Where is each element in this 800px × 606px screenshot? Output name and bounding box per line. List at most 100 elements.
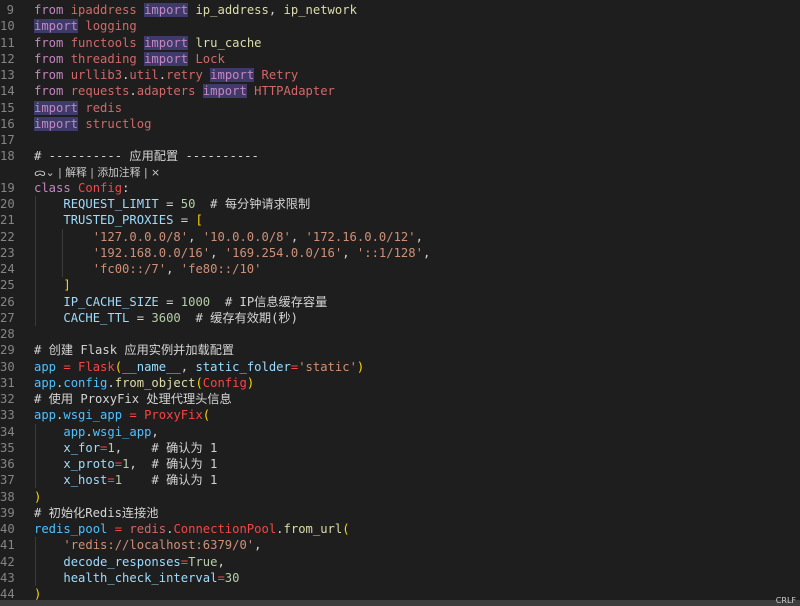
line-number: 20	[0, 197, 15, 211]
line-number: 28	[0, 327, 15, 341]
code-text: CACHE_TTL = 3600 # 缓存有效期(秒)	[63, 310, 298, 325]
line-number: 42	[0, 554, 15, 569]
code-text: decode_responses=True,	[63, 554, 225, 569]
code-line[interactable]: 41 'redis://localhost:6379/0',	[0, 537, 800, 553]
code-line[interactable]: 21 TRUSTED_PROXIES = [	[0, 212, 800, 228]
code-line[interactable]: 27 CACHE_TTL = 3600 # 缓存有效期(秒)	[0, 310, 800, 326]
code-line[interactable]: 31 app.config.from_object(Config)	[0, 375, 800, 391]
code-line[interactable]: 15 import redis	[0, 100, 800, 116]
code-line[interactable]: 16 import structlog	[0, 116, 800, 132]
code-text: '127.0.0.0/8', '10.0.0.0/8', '172.16.0.0…	[92, 229, 423, 244]
line-number: 19	[0, 180, 15, 195]
code-text: '192.168.0.0/16', '169.254.0.0/16', '::1…	[92, 245, 431, 260]
line-number: 27	[0, 310, 15, 325]
line-number: 39	[0, 505, 15, 520]
code-text: )	[34, 587, 42, 600]
codelens-separator: |	[86, 165, 98, 179]
code-line[interactable]: 18 # ---------- 应用配置 ----------	[0, 148, 800, 164]
status-bar: CRLF	[0, 596, 800, 606]
code-text: # ---------- 应用配置 ----------	[34, 149, 259, 164]
code-text: # 初始化Redis连接池	[34, 505, 159, 520]
codelens-separator: |	[54, 165, 66, 179]
code-text: 'redis://localhost:6379/0',	[63, 538, 262, 553]
code-line[interactable]: 37 x_host=1 # 确认为 1	[0, 472, 800, 488]
codelens-explain-link[interactable]: 解释	[65, 166, 87, 179]
code-text: # 创建 Flask 应用实例并加载配置	[34, 343, 235, 358]
codelens-close-icon[interactable]: ×	[151, 166, 160, 179]
code-text: from requests.adapters import HTTPAdapte…	[34, 84, 335, 99]
line-number: 33	[0, 408, 15, 423]
code-text: import structlog	[34, 116, 152, 131]
code-line[interactable]: 43 health_check_interval=30	[0, 570, 800, 586]
codelens-separator: |	[140, 165, 152, 179]
code-text: x_proto=1, # 确认为 1	[63, 457, 218, 471]
code-line[interactable]: 14 from requests.adapters import HTTPAdap…	[0, 83, 800, 99]
code-line[interactable]: 28	[0, 326, 800, 342]
code-line[interactable]: 10 import logging	[0, 18, 800, 34]
code-text: x_for=1, # 确认为 1	[63, 440, 218, 455]
line-number: 14	[0, 84, 15, 99]
line-number: 17	[0, 133, 15, 147]
line-number: 31	[0, 375, 15, 390]
codelens-chevron-down-icon[interactable]: ⌄	[46, 166, 55, 179]
line-number: 9	[6, 3, 14, 17]
line-number: 22	[0, 229, 15, 244]
codelens-icon[interactable]: ᯅ	[34, 166, 46, 179]
code-line[interactable]: 26 IP_CACHE_SIZE = 1000 # IP信息缓存容量	[0, 294, 800, 310]
code-line[interactable]: 33 app.wsgi_app = ProxyFix(	[0, 407, 800, 423]
code-line[interactable]: 35 x_for=1, # 确认为 1	[0, 440, 800, 456]
code-line[interactable]: 39 # 初始化Redis连接池	[0, 505, 800, 521]
line-number: 11	[0, 35, 15, 50]
line-number: 29	[0, 343, 15, 358]
code-text: import logging	[34, 19, 137, 34]
code-text: x_host=1 # 确认为 1	[63, 473, 218, 488]
code-line[interactable]: 34 app.wsgi_app,	[0, 424, 800, 440]
code-text: from ipaddress import ip_address, ip_net…	[34, 3, 357, 17]
codelens-bar: ᯅ⌄ | 解释 | 添加注释 | ×	[34, 165, 160, 181]
line-number: 37	[0, 473, 15, 488]
code-editor[interactable]: 9 from ipaddress import ip_address, ip_ne…	[0, 0, 800, 600]
code-line[interactable]: 9 from ipaddress import ip_address, ip_ne…	[0, 2, 800, 18]
code-line[interactable]: 36 x_proto=1, # 确认为 1	[0, 456, 800, 472]
line-number: 36	[0, 457, 15, 471]
code-text: from functools import lru_cache	[34, 35, 262, 50]
code-line[interactable]: 23 '192.168.0.0/16', '169.254.0.0/16', '…	[0, 245, 800, 261]
status-right[interactable]: CRLF	[776, 596, 796, 605]
code-line[interactable]: 22 '127.0.0.0/8', '10.0.0.0/8', '172.16.…	[0, 229, 800, 245]
code-text: app = Flask(__name__, static_folder='sta…	[34, 359, 365, 374]
code-line[interactable]: 42 decode_responses=True,	[0, 554, 800, 570]
code-line[interactable]: 17	[0, 132, 800, 148]
code-line[interactable]: 24 'fc00::/7', 'fe80::/10'	[0, 261, 800, 277]
code-line[interactable]: 32 # 使用 ProxyFix 处理代理头信息	[0, 391, 800, 407]
code-text: ]	[63, 278, 71, 293]
code-text: app.wsgi_app,	[63, 424, 159, 439]
code-text: health_check_interval=30	[63, 570, 240, 585]
code-line[interactable]: 20 REQUEST_LIMIT = 50 # 每分钟请求限制	[0, 196, 800, 212]
code-line[interactable]: 12 from threading import Lock	[0, 51, 800, 67]
code-text: app.config.from_object(Config)	[34, 375, 255, 390]
code-line[interactable]: 29 # 创建 Flask 应用实例并加载配置	[0, 342, 800, 358]
line-number: 44	[0, 587, 15, 600]
line-number: 18	[0, 149, 15, 164]
code-text: # 使用 ProxyFix 处理代理头信息	[34, 392, 232, 406]
line-number: 24	[0, 262, 15, 276]
code-line[interactable]: 30 app = Flask(__name__, static_folder='s…	[0, 359, 800, 375]
codelens-add-comment-link[interactable]: 添加注释	[97, 166, 140, 179]
code-line[interactable]: 38)	[0, 489, 800, 505]
code-line[interactable]: 44)	[0, 586, 800, 600]
code-line[interactable]: 40 redis_pool = redis.ConnectionPool.from…	[0, 521, 800, 537]
line-number: 30	[0, 359, 15, 374]
code-text: class Config:	[34, 180, 130, 195]
code-line[interactable]: 11 from functools import lru_cache	[0, 35, 800, 51]
code-line[interactable]: 19 class Config:	[0, 180, 800, 196]
line-number: 34	[0, 424, 15, 439]
line-number: 40	[0, 522, 15, 536]
code-line[interactable]: 25 ]	[0, 277, 800, 293]
line-number: 26	[0, 294, 15, 309]
line-number: 25	[0, 278, 15, 293]
line-number: 38	[0, 489, 15, 504]
code-text: REQUEST_LIMIT = 50 # 每分钟请求限制	[63, 197, 311, 211]
code-text: from urllib3.util.retry import Retry	[34, 68, 299, 82]
code-line[interactable]: 13 from urllib3.util.retry import Retry	[0, 67, 800, 83]
code-text: )	[34, 489, 42, 504]
